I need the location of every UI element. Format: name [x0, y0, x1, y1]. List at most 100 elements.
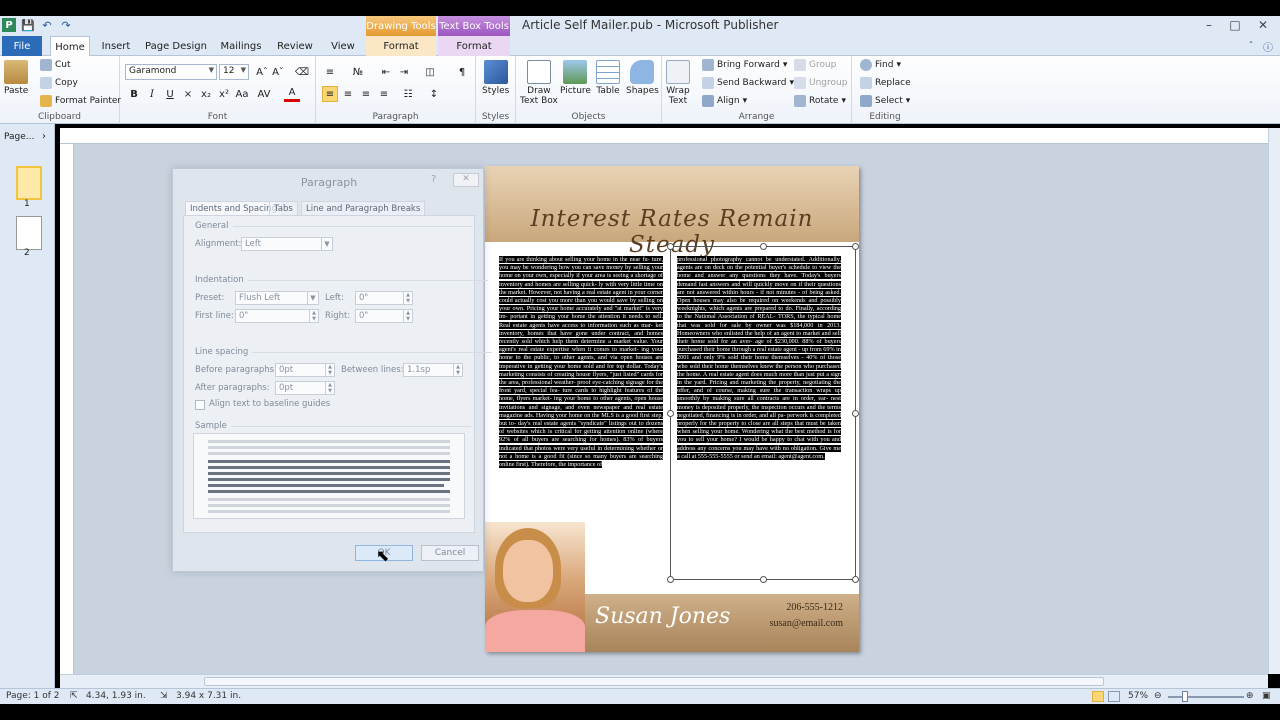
tab-format-textbox[interactable]: Format	[438, 36, 510, 56]
send-backward-button[interactable]: Send Backward ▾	[702, 77, 794, 89]
picture-button[interactable]: Picture	[560, 60, 591, 96]
publisher-app-icon[interactable]: P	[2, 18, 16, 32]
spinner-icon[interactable]: ▲ ▼	[325, 364, 334, 376]
superscript-icon[interactable]: x²	[216, 86, 232, 102]
tab-file[interactable]: File	[2, 36, 42, 56]
bring-forward-button[interactable]: Bring Forward ▾	[702, 59, 787, 71]
shapes-button[interactable]: Shapes	[626, 60, 659, 96]
copy-button[interactable]: Copy	[40, 77, 78, 89]
align-left-icon[interactable]: ≡	[322, 86, 338, 102]
decrease-indent-icon[interactable]: ⇤	[378, 64, 394, 80]
alignment-select[interactable]: Left ▼	[241, 237, 333, 251]
cut-button[interactable]: Cut	[40, 59, 71, 71]
two-page-view-icon[interactable]	[1108, 691, 1120, 702]
publication-page[interactable]: Interest Rates Remain Steady If you are …	[485, 166, 859, 652]
format-painter-button[interactable]: Format Painter	[40, 95, 121, 107]
grow-font-icon[interactable]: Aˆ	[254, 64, 270, 80]
tab-tabs[interactable]: Tabs	[269, 201, 298, 216]
ungroup-button[interactable]: Ungroup	[794, 77, 847, 89]
align-button[interactable]: Align ▾	[702, 95, 747, 107]
align-center-icon[interactable]: ≡	[340, 86, 356, 102]
horizontal-ruler[interactable]	[60, 128, 1268, 144]
agent-phone[interactable]: 206-555-1212	[786, 602, 843, 613]
wrap-text-button[interactable]: Wrap Text	[666, 60, 690, 106]
first-line-input[interactable]: 0" ▲ ▼	[235, 309, 319, 323]
bold-icon[interactable]: B	[126, 86, 142, 102]
group-button[interactable]: Group	[794, 59, 836, 71]
agent-email[interactable]: susan@email.com	[770, 618, 843, 629]
vertical-scrollbar[interactable]	[1268, 128, 1280, 674]
tab-insert[interactable]: Insert	[98, 36, 134, 56]
character-spacing-icon[interactable]: AV	[256, 86, 272, 102]
shrink-font-icon[interactable]: Aˇ	[270, 64, 286, 80]
zoom-level[interactable]: 57%	[1128, 691, 1148, 701]
maximize-button[interactable]: □	[1222, 16, 1248, 34]
line-spacing-icon[interactable]: ↕	[426, 86, 442, 102]
tab-page-design[interactable]: Page Design	[144, 36, 208, 56]
subscript-icon[interactable]: x₂	[198, 86, 214, 102]
fit-page-icon[interactable]: ▣	[1262, 691, 1271, 701]
spinner-icon[interactable]: ▲ ▼	[325, 382, 334, 394]
help-icon[interactable]: ?	[431, 174, 436, 185]
spinner-icon[interactable]: ▲ ▼	[453, 364, 462, 376]
article-text-column-2[interactable]: professional photography cannot be under…	[677, 256, 841, 514]
before-paragraphs-input[interactable]: 0pt ▲ ▼	[275, 363, 335, 377]
help-icon[interactable]: ⓘ	[1260, 36, 1276, 56]
rotate-button[interactable]: Rotate ▾	[794, 95, 846, 107]
strikethrough-icon[interactable]: ×	[180, 86, 196, 102]
bullets-icon[interactable]: ≡	[322, 64, 338, 80]
font-family-combo[interactable]: Garamond ▼	[125, 64, 217, 80]
replace-button[interactable]: Replace	[860, 77, 911, 89]
underline-icon[interactable]: U	[162, 86, 178, 102]
page-thumbnail-1[interactable]	[16, 166, 42, 200]
styles-button[interactable]: Styles	[482, 60, 509, 96]
baseline-guides-checkbox[interactable]	[195, 400, 205, 410]
close-icon[interactable]: ✕	[453, 173, 479, 187]
vertical-ruler[interactable]	[60, 144, 74, 674]
clear-formatting-icon[interactable]: ⌫	[294, 64, 310, 80]
article-text-column-1[interactable]: If you are thinking about selling your h…	[499, 256, 663, 514]
columns-icon[interactable]: ◫	[422, 64, 438, 80]
spinner-icon[interactable]: ▲ ▼	[403, 292, 412, 304]
left-indent-input[interactable]: 0" ▲ ▼	[355, 291, 413, 305]
single-page-view-icon[interactable]	[1092, 691, 1104, 702]
tab-view[interactable]: View	[326, 36, 360, 56]
find-button[interactable]: Find ▾	[860, 59, 901, 71]
redo-icon[interactable]: ↷	[59, 18, 73, 32]
tab-line-and-paragraph-breaks[interactable]: Line and Paragraph Breaks	[301, 201, 426, 216]
agent-photo[interactable]	[485, 522, 585, 652]
select-button[interactable]: Select ▾	[860, 95, 910, 107]
draw-text-box-button[interactable]: Draw Text Box	[520, 60, 558, 106]
cancel-button[interactable]: Cancel	[421, 545, 479, 561]
collapse-pane-icon[interactable]: ›	[42, 131, 46, 142]
page-indicator[interactable]: Page: 1 of 2	[6, 691, 60, 701]
font-size-combo[interactable]: 12 ▼	[219, 64, 249, 80]
agent-name[interactable]: Susan Jones	[595, 604, 730, 629]
horizontal-scrollbar[interactable]	[60, 674, 1268, 688]
align-right-icon[interactable]: ≡	[358, 86, 374, 102]
after-paragraphs-input[interactable]: 0pt ▲ ▼	[275, 381, 335, 395]
justify-icon[interactable]: ≡	[376, 86, 392, 102]
paste-button[interactable]: Paste	[4, 60, 28, 96]
numbering-icon[interactable]: №	[350, 64, 366, 80]
tab-mailings[interactable]: Mailings	[218, 36, 264, 56]
preset-select[interactable]: Flush Left ▼	[235, 291, 319, 305]
zoom-slider-thumb[interactable]	[1182, 691, 1188, 702]
save-icon[interactable]: 💾	[21, 18, 35, 32]
between-lines-input[interactable]: 1.1sp ▲ ▼	[403, 363, 463, 377]
undo-icon[interactable]: ↶	[40, 18, 54, 32]
zoom-in-icon[interactable]: ⊕	[1246, 691, 1254, 701]
spinner-icon[interactable]: ▲ ▼	[403, 310, 412, 322]
distribute-icon[interactable]: ☷	[400, 86, 416, 102]
tab-review[interactable]: Review	[274, 36, 316, 56]
zoom-slider[interactable]	[1168, 696, 1244, 698]
tab-format-drawing[interactable]: Format	[366, 36, 436, 56]
spinner-icon[interactable]: ▲ ▼	[309, 310, 318, 322]
tab-home[interactable]: Home	[50, 36, 90, 57]
close-window-button[interactable]: ✕	[1248, 16, 1278, 34]
increase-indent-icon[interactable]: ⇥	[396, 64, 412, 80]
minimize-button[interactable]: –	[1196, 16, 1222, 34]
article-headline[interactable]: Interest Rates Remain Steady	[485, 206, 859, 258]
page-navigation-header[interactable]: Page...	[4, 132, 34, 142]
page-thumbnail-2[interactable]	[16, 216, 42, 250]
